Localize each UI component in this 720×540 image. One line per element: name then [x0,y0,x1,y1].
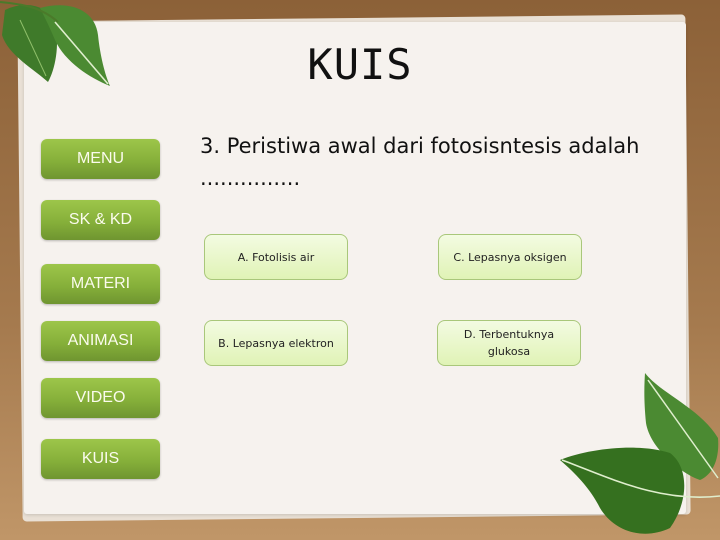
nav-button-materi[interactable]: MATERI [41,264,160,304]
page-title: KUIS [307,40,413,89]
nav-button-sk-kd[interactable]: SK & KD [41,200,160,240]
answer-option-d[interactable]: D. Terbentuknya glukosa [437,320,581,366]
answer-option-a-label: A. Fotolisis air [237,250,315,264]
nav-button-video[interactable]: VIDEO [41,378,160,418]
answer-option-a[interactable]: A. Fotolisis air [204,234,348,280]
leaf-decoration-bottom-right-icon [560,373,720,534]
answer-option-b[interactable]: B. Lepasnya elektron [204,320,348,366]
nav-button-animasi[interactable]: ANIMASI [41,321,160,361]
answer-option-b-label: B. Lepasnya elektron [218,336,334,350]
nav-button-menu[interactable]: MENU [41,139,160,179]
answer-option-c[interactable]: C. Lepasnya oksigen [438,234,582,280]
nav-button-kuis[interactable]: KUIS [41,439,160,479]
answer-option-c-label: C. Lepasnya oksigen [453,250,567,264]
answer-option-d-label: D. Terbentuknya glukosa [463,328,555,358]
quiz-question: 3. Peristiwa awal dari fotosisntesis ada… [200,134,640,190]
